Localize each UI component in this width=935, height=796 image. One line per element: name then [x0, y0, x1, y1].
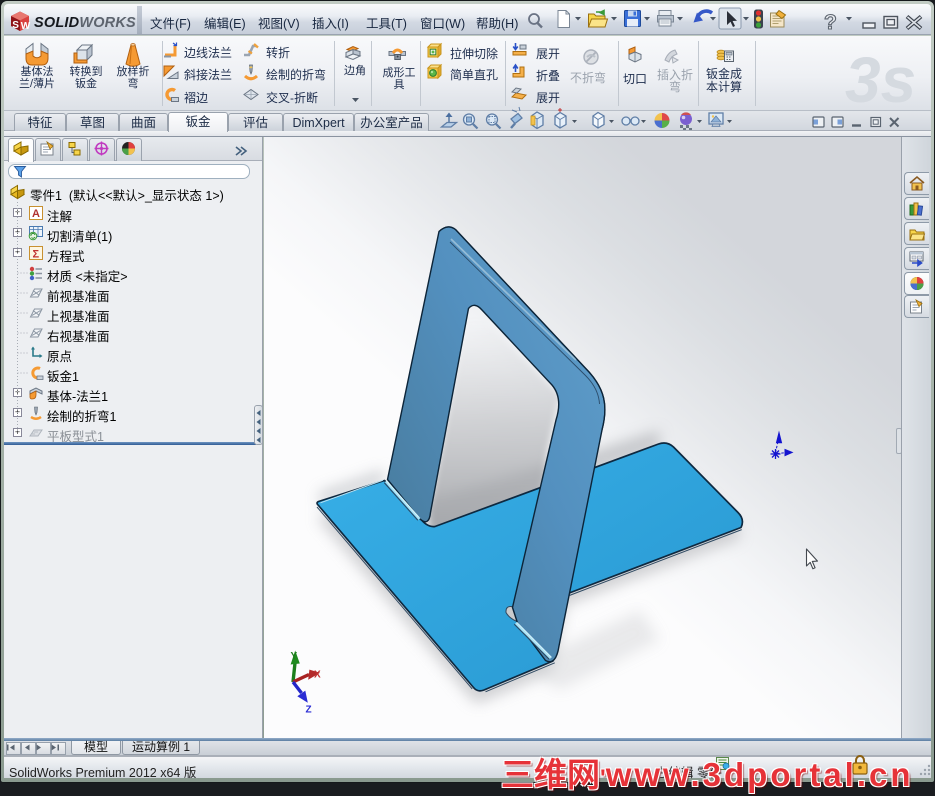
svg-text:A: A	[32, 208, 40, 220]
svg-text:Σ: Σ	[33, 249, 40, 261]
svg-text:?: ?	[824, 11, 837, 34]
